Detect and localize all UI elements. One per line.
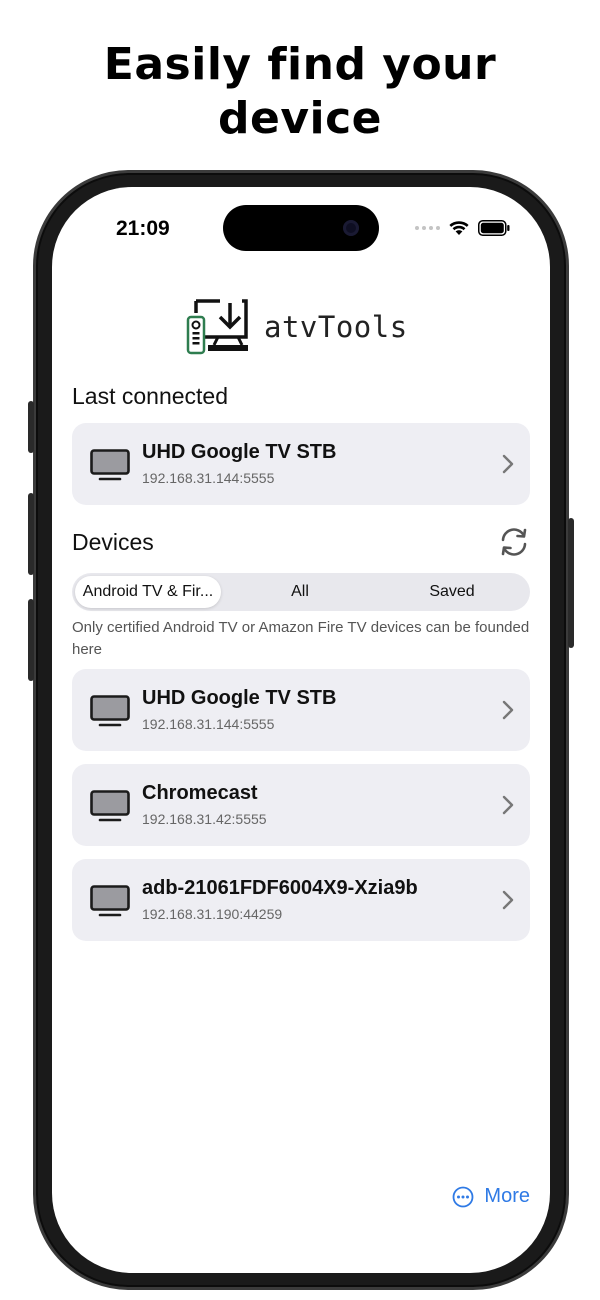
device-card[interactable]: adb-21061FDF6004X9-Xzia9b 192.168.31.190…: [72, 859, 530, 941]
status-icons: [415, 219, 510, 236]
last-connected-title: Last connected: [72, 383, 229, 409]
last-connected-device-card[interactable]: UHD Google TV STB 192.168.31.144:5555: [72, 423, 530, 505]
chevron-right-icon: [502, 795, 514, 815]
more-label: More: [484, 1185, 530, 1207]
battery-icon: [478, 219, 510, 236]
more-circle-icon: [453, 1186, 474, 1207]
device-card[interactable]: Chromecast 192.168.31.42:5555: [72, 764, 530, 846]
tv-icon: [90, 790, 130, 822]
certification-note: Only certified Android TV or Amazon Fire…: [72, 619, 530, 658]
status-time: 21:09: [116, 217, 170, 240]
app-name: atvTools: [264, 310, 408, 344]
tab-saved[interactable]: Saved: [376, 576, 528, 608]
chevron-right-icon: [502, 454, 514, 474]
device-address: 192.168.31.144:5555: [142, 716, 275, 732]
camera-icon: [343, 220, 359, 236]
device-name: UHD Google TV STB: [142, 687, 337, 709]
tab-all[interactable]: All: [224, 576, 376, 608]
chevron-right-icon: [502, 890, 514, 910]
wifi-icon: [449, 221, 469, 235]
more-button[interactable]: More: [452, 1185, 530, 1208]
device-filter-segmented-control: Android TV & Fir... All Saved: [72, 573, 530, 611]
refresh-icon[interactable]: [498, 527, 530, 557]
headline-line-2: device: [217, 93, 383, 144]
volume-down-button: [28, 599, 34, 681]
volume-up-button: [28, 493, 34, 575]
device-name: adb-21061FDF6004X9-Xzia9b: [142, 877, 418, 899]
dynamic-island: [223, 205, 379, 251]
devices-title: Devices: [72, 529, 154, 555]
headline: Easily find your device: [0, 38, 600, 146]
tv-icon: [90, 695, 130, 727]
device-address: 192.168.31.190:44259: [142, 906, 283, 922]
chevron-right-icon: [502, 700, 514, 720]
tv-icon: [90, 885, 130, 917]
headline-line-1: Easily find your: [103, 39, 497, 90]
app-logo: atvTools: [186, 299, 408, 355]
device-name: UHD Google TV STB: [142, 441, 337, 463]
tv-icon: [90, 449, 130, 481]
phone-screen: 21:09 atvTools Last connected UHD Google…: [52, 187, 550, 1273]
mute-switch: [28, 401, 34, 453]
device-card[interactable]: UHD Google TV STB 192.168.31.144:5555: [72, 669, 530, 751]
app-logo-icon: [186, 299, 248, 355]
signal-dots-icon: [415, 225, 440, 230]
device-address: 192.168.31.42:5555: [142, 811, 267, 827]
tab-android-tv-fire[interactable]: Android TV & Fir...: [75, 576, 221, 608]
power-button: [568, 518, 574, 648]
device-name: Chromecast: [142, 782, 258, 804]
device-address: 192.168.31.144:5555: [142, 470, 275, 486]
